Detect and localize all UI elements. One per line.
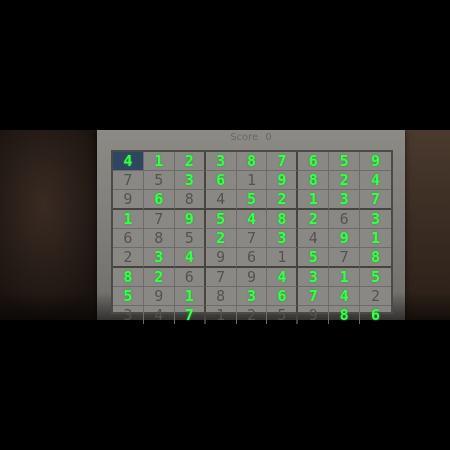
sudoku-cell[interactable]: 2 bbox=[267, 190, 299, 210]
sudoku-cell[interactable]: 4 bbox=[329, 287, 361, 306]
sudoku-cell[interactable]: 3 bbox=[267, 229, 299, 248]
sudoku-cell[interactable]: 3 bbox=[113, 306, 144, 324]
sudoku-cell[interactable]: 2 bbox=[237, 306, 268, 324]
sudoku-cell[interactable]: 3 bbox=[143, 248, 175, 268]
sudoku-cell[interactable]: 5 bbox=[267, 306, 299, 324]
sudoku-cell[interactable]: 4 bbox=[267, 268, 299, 287]
sudoku-cell[interactable]: 3 bbox=[205, 152, 237, 171]
sudoku-cell[interactable]: 4 bbox=[236, 210, 268, 229]
sudoku-cell[interactable]: 7 bbox=[360, 190, 391, 210]
sudoku-cell[interactable]: 3 bbox=[360, 210, 391, 229]
sudoku-cell[interactable]: 6 bbox=[174, 268, 206, 287]
sudoku-cell[interactable]: 6 bbox=[329, 210, 361, 229]
sudoku-cell[interactable]: 5 bbox=[298, 248, 330, 268]
sudoku-cell[interactable]: 1 bbox=[236, 171, 268, 190]
sudoku-cell[interactable]: 9 bbox=[174, 210, 206, 229]
sudoku-cell[interactable]: 7 bbox=[329, 248, 361, 268]
sudoku-cell[interactable]: 2 bbox=[113, 248, 144, 268]
sudoku-cell[interactable]: 3 bbox=[174, 171, 206, 190]
sudoku-cell[interactable]: 1 bbox=[329, 268, 361, 287]
score-value: 0 bbox=[265, 132, 272, 143]
sudoku-cell[interactable]: 7 bbox=[267, 152, 299, 171]
sudoku-cell[interactable]: 4 bbox=[113, 152, 144, 171]
sudoku-cell[interactable]: 1 bbox=[113, 210, 144, 229]
sudoku-board: 4123876597536198249684521371795482636852… bbox=[111, 150, 393, 324]
sudoku-cell[interactable]: 8 bbox=[267, 210, 299, 229]
sudoku-cell[interactable]: 1 bbox=[174, 287, 206, 306]
sudoku-cell[interactable]: 7 bbox=[143, 210, 175, 229]
sudoku-cell[interactable]: 6 bbox=[205, 171, 237, 190]
sudoku-cell[interactable]: 8 bbox=[236, 152, 268, 171]
sudoku-cell[interactable]: 3 bbox=[236, 287, 268, 306]
sudoku-cell[interactable]: 8 bbox=[143, 229, 175, 248]
sudoku-cell[interactable]: 3 bbox=[329, 190, 361, 210]
sudoku-cell[interactable]: 5 bbox=[236, 190, 268, 210]
sudoku-cell[interactable]: 7 bbox=[205, 268, 237, 287]
sudoku-cell[interactable]: 5 bbox=[360, 268, 391, 287]
sudoku-cell[interactable]: 1 bbox=[143, 152, 175, 171]
sudoku-cell[interactable]: 6 bbox=[236, 248, 268, 268]
sudoku-cell[interactable]: 6 bbox=[267, 287, 299, 306]
sudoku-cell[interactable]: 8 bbox=[329, 306, 361, 324]
sudoku-cell[interactable]: 4 bbox=[174, 248, 206, 268]
sudoku-cell[interactable]: 5 bbox=[113, 287, 144, 306]
sudoku-cell[interactable]: 9 bbox=[298, 306, 330, 324]
sudoku-cell[interactable]: 7 bbox=[175, 306, 206, 324]
sudoku-cell[interactable]: 9 bbox=[267, 171, 299, 190]
sudoku-cell[interactable]: 6 bbox=[113, 229, 144, 248]
sudoku-cell[interactable]: 6 bbox=[360, 306, 391, 324]
sudoku-cell[interactable]: 6 bbox=[298, 152, 330, 171]
sudoku-cell[interactable]: 9 bbox=[143, 287, 175, 306]
sudoku-cell[interactable]: 5 bbox=[143, 171, 175, 190]
sudoku-cell[interactable]: 2 bbox=[174, 152, 206, 171]
sudoku-cell[interactable]: 5 bbox=[174, 229, 206, 248]
sudoku-cell[interactable]: 5 bbox=[205, 210, 237, 229]
sudoku-cell[interactable]: 5 bbox=[329, 152, 361, 171]
sudoku-cell[interactable]: 1 bbox=[206, 306, 237, 324]
sudoku-cell[interactable]: 6 bbox=[143, 190, 175, 210]
sudoku-cell[interactable]: 9 bbox=[236, 268, 268, 287]
sudoku-cell[interactable]: 7 bbox=[236, 229, 268, 248]
sudoku-cell[interactable]: 3 bbox=[298, 268, 330, 287]
sudoku-cell[interactable]: 9 bbox=[113, 190, 144, 210]
sudoku-cell[interactable]: 4 bbox=[360, 171, 391, 190]
sudoku-cell[interactable]: 8 bbox=[174, 190, 206, 210]
sudoku-cell[interactable]: 2 bbox=[298, 210, 330, 229]
sudoku-cell[interactable]: 1 bbox=[360, 229, 391, 248]
sudoku-cell[interactable]: 8 bbox=[113, 268, 144, 287]
sudoku-cell[interactable]: 2 bbox=[360, 287, 391, 306]
sudoku-cell[interactable]: 8 bbox=[205, 287, 237, 306]
sudoku-cell[interactable]: 4 bbox=[298, 229, 330, 248]
sudoku-cell[interactable]: 8 bbox=[360, 248, 391, 268]
score-display: Score 0 bbox=[97, 132, 405, 146]
sudoku-cell[interactable]: 4 bbox=[205, 190, 237, 210]
sudoku-cell[interactable]: 9 bbox=[329, 229, 361, 248]
sudoku-cell[interactable]: 7 bbox=[113, 171, 144, 190]
sudoku-cell[interactable]: 8 bbox=[298, 171, 330, 190]
sudoku-cell[interactable]: 1 bbox=[298, 190, 330, 210]
sudoku-cell[interactable]: 2 bbox=[143, 268, 175, 287]
sudoku-cell[interactable]: 1 bbox=[267, 248, 299, 268]
sudoku-cell[interactable]: 2 bbox=[205, 229, 237, 248]
sudoku-cell[interactable]: 4 bbox=[144, 306, 175, 324]
sudoku-cell[interactable]: 9 bbox=[205, 248, 237, 268]
sudoku-cell[interactable]: 7 bbox=[298, 287, 330, 306]
sudoku-cell[interactable]: 2 bbox=[329, 171, 361, 190]
score-label: Score bbox=[230, 132, 259, 143]
sudoku-cell[interactable]: 9 bbox=[360, 152, 391, 171]
